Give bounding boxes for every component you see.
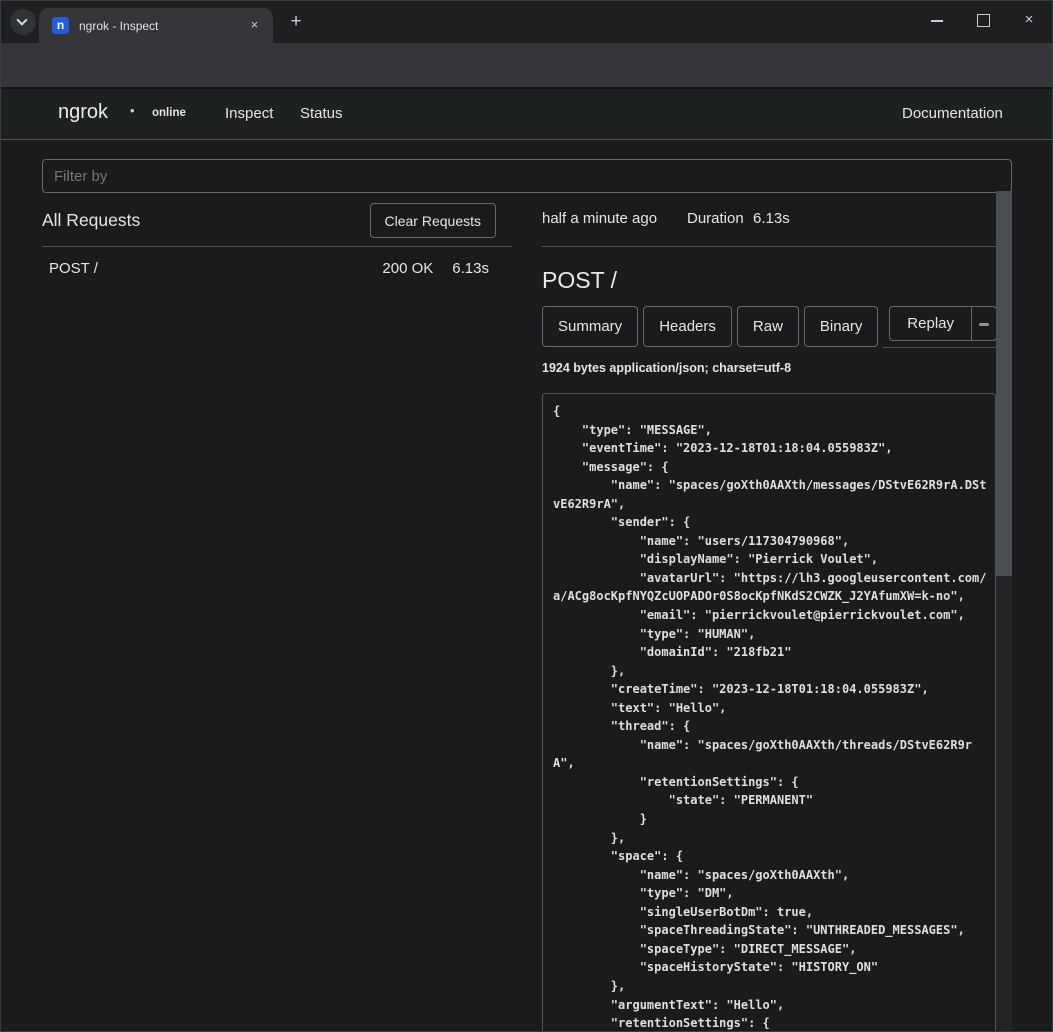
clear-requests-button[interactable]: Clear Requests	[370, 203, 497, 238]
status-dot-icon: •	[130, 103, 135, 118]
window-close-button[interactable]: ×	[1006, 1, 1052, 41]
duration-value: 6.13s	[753, 210, 790, 227]
tabs-filler: Replay	[883, 306, 996, 348]
replay-button-group: Replay	[889, 306, 997, 341]
requests-divider	[42, 246, 512, 247]
filter-field-wrap	[42, 159, 1012, 193]
replay-dropdown-toggle[interactable]	[971, 307, 996, 340]
ngrok-page: ngrok • online Inspect Status Documentat…	[1, 89, 1052, 1032]
content-type-meta: 1924 bytes application/json; charset=utf…	[542, 361, 791, 375]
tab-headers[interactable]: Headers	[643, 306, 732, 347]
detail-scrollbar-thumb[interactable]	[996, 191, 1012, 576]
ngrok-navbar: ngrok • online Inspect Status Documentat…	[1, 89, 1052, 140]
nav-item-documentation[interactable]: Documentation	[902, 105, 1003, 122]
request-row-right: 200 OK 6.13s	[382, 260, 489, 277]
tab-binary[interactable]: Binary	[804, 306, 879, 347]
chevron-down-icon	[16, 14, 27, 25]
ngrok-favicon-icon: n	[52, 17, 69, 34]
replay-button[interactable]: Replay	[890, 307, 971, 340]
requests-panel-title: All Requests	[42, 210, 140, 231]
request-body-box: { "type": "MESSAGE", "eventTime": "2023-…	[542, 393, 996, 1032]
nav-item-inspect[interactable]: Inspect	[225, 105, 273, 122]
browser-tab[interactable]: n ngrok - Inspect ×	[39, 8, 273, 43]
window-minimize-button[interactable]	[914, 1, 960, 41]
request-status: 200 OK	[382, 260, 433, 277]
detail-scrollbar-track[interactable]	[996, 191, 1012, 1032]
tab-search-button[interactable]	[10, 9, 36, 35]
request-relative-time: half a minute ago	[542, 210, 657, 227]
status-badge: online	[152, 107, 186, 119]
request-row[interactable]: POST / 200 OK 6.13s	[42, 251, 512, 285]
nav-item-status[interactable]: Status	[300, 105, 343, 122]
request-duration: 6.13s	[452, 260, 489, 277]
new-tab-button[interactable]: +	[284, 11, 308, 35]
request-method-path: POST /	[49, 260, 98, 277]
browser-toolbar: ← → ⓘ 127.0.0.1:4040/inspect/http ☆ ⋮	[1, 43, 1052, 87]
request-body-json: { "type": "MESSAGE", "eventTime": "2023-…	[553, 402, 985, 1032]
brand-logo[interactable]: ngrok	[58, 101, 108, 124]
tab-close-icon[interactable]: ×	[246, 17, 263, 34]
browser-window: n ngrok - Inspect × + × ← → ⓘ 127.0.0.1:…	[0, 0, 1053, 1032]
tab-title: ngrok - Inspect	[79, 19, 246, 33]
replay-dropdown-icon	[979, 323, 989, 326]
tab-summary[interactable]: Summary	[542, 306, 638, 347]
detail-tabs: Summary Headers Raw Binary Replay	[542, 306, 996, 348]
tab-raw[interactable]: Raw	[737, 306, 799, 347]
filter-input[interactable]	[42, 159, 1012, 193]
detail-divider	[542, 246, 996, 247]
window-controls: ×	[914, 1, 1052, 41]
detail-title: POST /	[542, 267, 617, 294]
window-maximize-button[interactable]	[960, 1, 1006, 41]
tab-strip: n ngrok - Inspect × + ×	[1, 1, 1052, 43]
duration-label: Duration	[687, 210, 744, 227]
